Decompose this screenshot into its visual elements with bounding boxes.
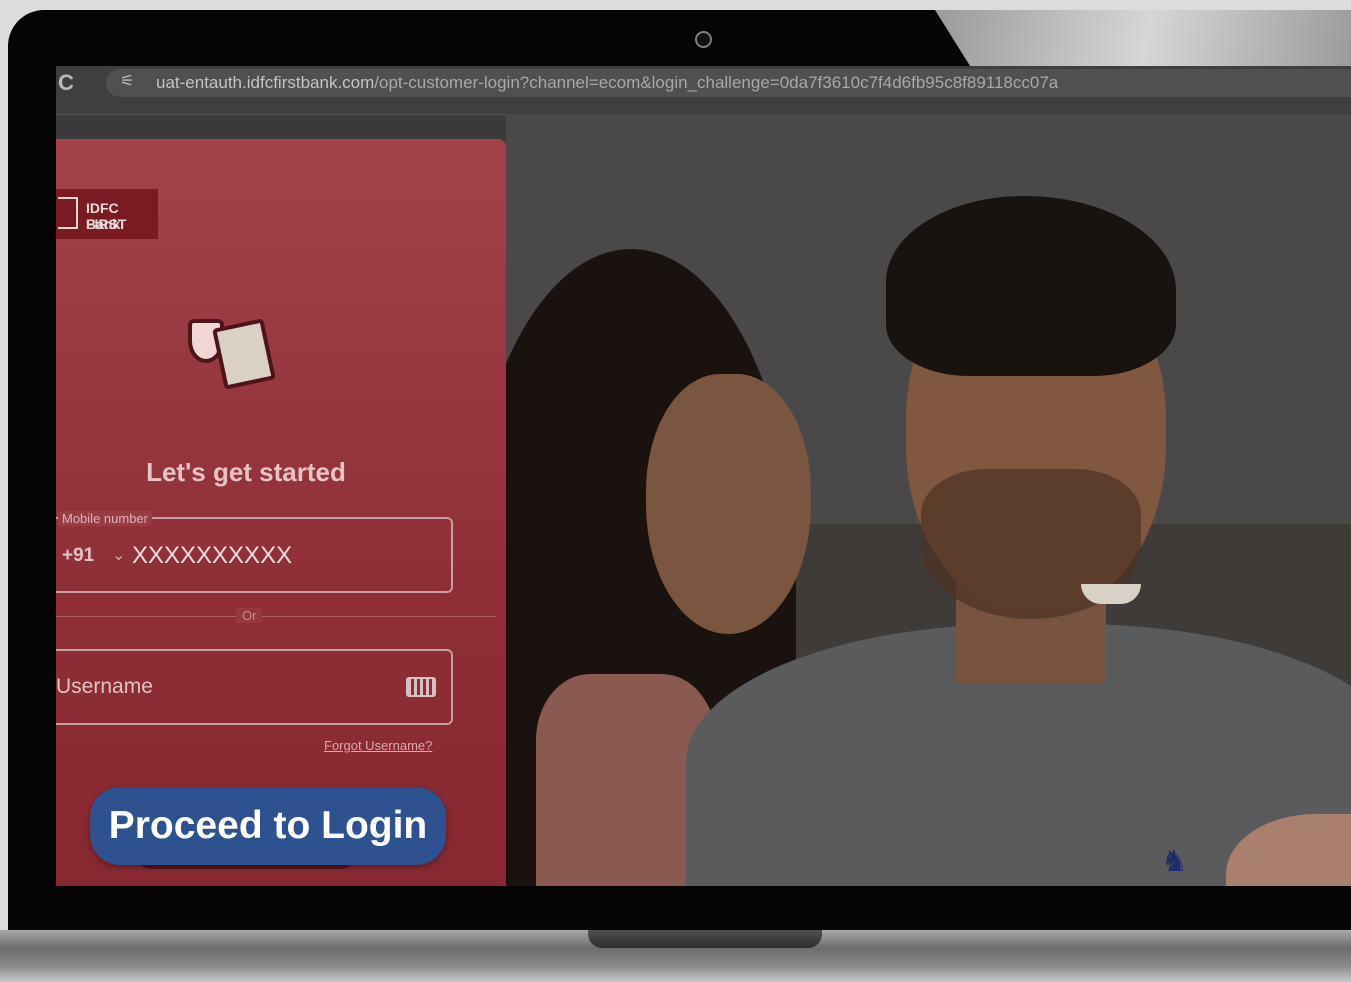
proceed-to-login-button[interactable]: Proceed to Login: [90, 787, 446, 865]
username-input[interactable]: Username: [56, 675, 153, 699]
bank-logo-icon: [58, 197, 78, 229]
url-domain: uat-entauth.idfcfirstbank.com: [156, 73, 375, 92]
username-field[interactable]: Username: [56, 649, 453, 725]
mobile-number-input[interactable]: XXXXXXXXXX: [132, 542, 292, 570]
address-bar: C ⚟ uat-entauth.idfcfirstbank.com/opt-cu…: [56, 66, 1351, 115]
reload-icon[interactable]: C: [58, 70, 74, 96]
screen-glare: [935, 10, 1351, 70]
country-code-select[interactable]: +91: [62, 545, 94, 567]
photo-woman-face: [646, 374, 811, 634]
page-title: Let's get started: [146, 457, 346, 487]
login-card: IDFC FIRST Bank Let's get started +91 ⌄ …: [56, 139, 506, 886]
browser-screen: C ⚟ uat-entauth.idfcfirstbank.com/opt-cu…: [56, 66, 1351, 886]
url-field[interactable]: ⚟ uat-entauth.idfcfirstbank.com/opt-cust…: [106, 69, 1351, 97]
photo-man-hair: [886, 196, 1176, 376]
family-photo: ♞: [506, 114, 1351, 886]
camera-icon: [695, 31, 712, 48]
chevron-down-icon[interactable]: ⌄: [112, 545, 125, 565]
bank-logo-line2: Bank: [86, 216, 121, 232]
url-text: uat-entauth.idfcfirstbank.com/opt-custom…: [156, 73, 1058, 93]
site-settings-icon[interactable]: ⚟: [120, 71, 134, 91]
keyboard-icon[interactable]: [406, 677, 436, 697]
or-divider: [56, 616, 496, 617]
phone-smile-icon: [212, 318, 276, 390]
forgot-username-link[interactable]: Forgot Username?: [324, 738, 432, 753]
mobile-number-label: Mobile number: [58, 511, 152, 526]
bank-logo: IDFC FIRST Bank: [56, 189, 158, 239]
or-text: Or: [236, 608, 263, 623]
polo-logo-icon: ♞: [1161, 845, 1188, 878]
mobile-number-field[interactable]: +91 ⌄ XXXXXXXXXX: [56, 517, 453, 593]
url-path: /opt-customer-login?channel=ecom&login_c…: [374, 73, 1059, 92]
laptop-notch: [588, 930, 822, 948]
